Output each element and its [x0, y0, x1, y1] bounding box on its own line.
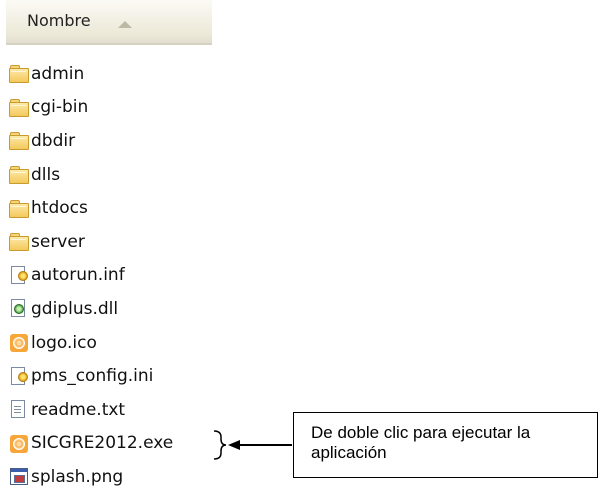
callout-line-1: De doble clic para ejecutar la — [311, 423, 531, 442]
callout-box: De doble clic para ejecutar la aplicació… — [293, 412, 598, 478]
callout-line-2: aplicación — [311, 443, 387, 462]
arrow-head-icon — [228, 440, 240, 450]
curly-brace — [213, 430, 227, 460]
screenshot-stage: Nombre admin cgi-bin dbdir dlls htdocs s… — [0, 0, 614, 489]
